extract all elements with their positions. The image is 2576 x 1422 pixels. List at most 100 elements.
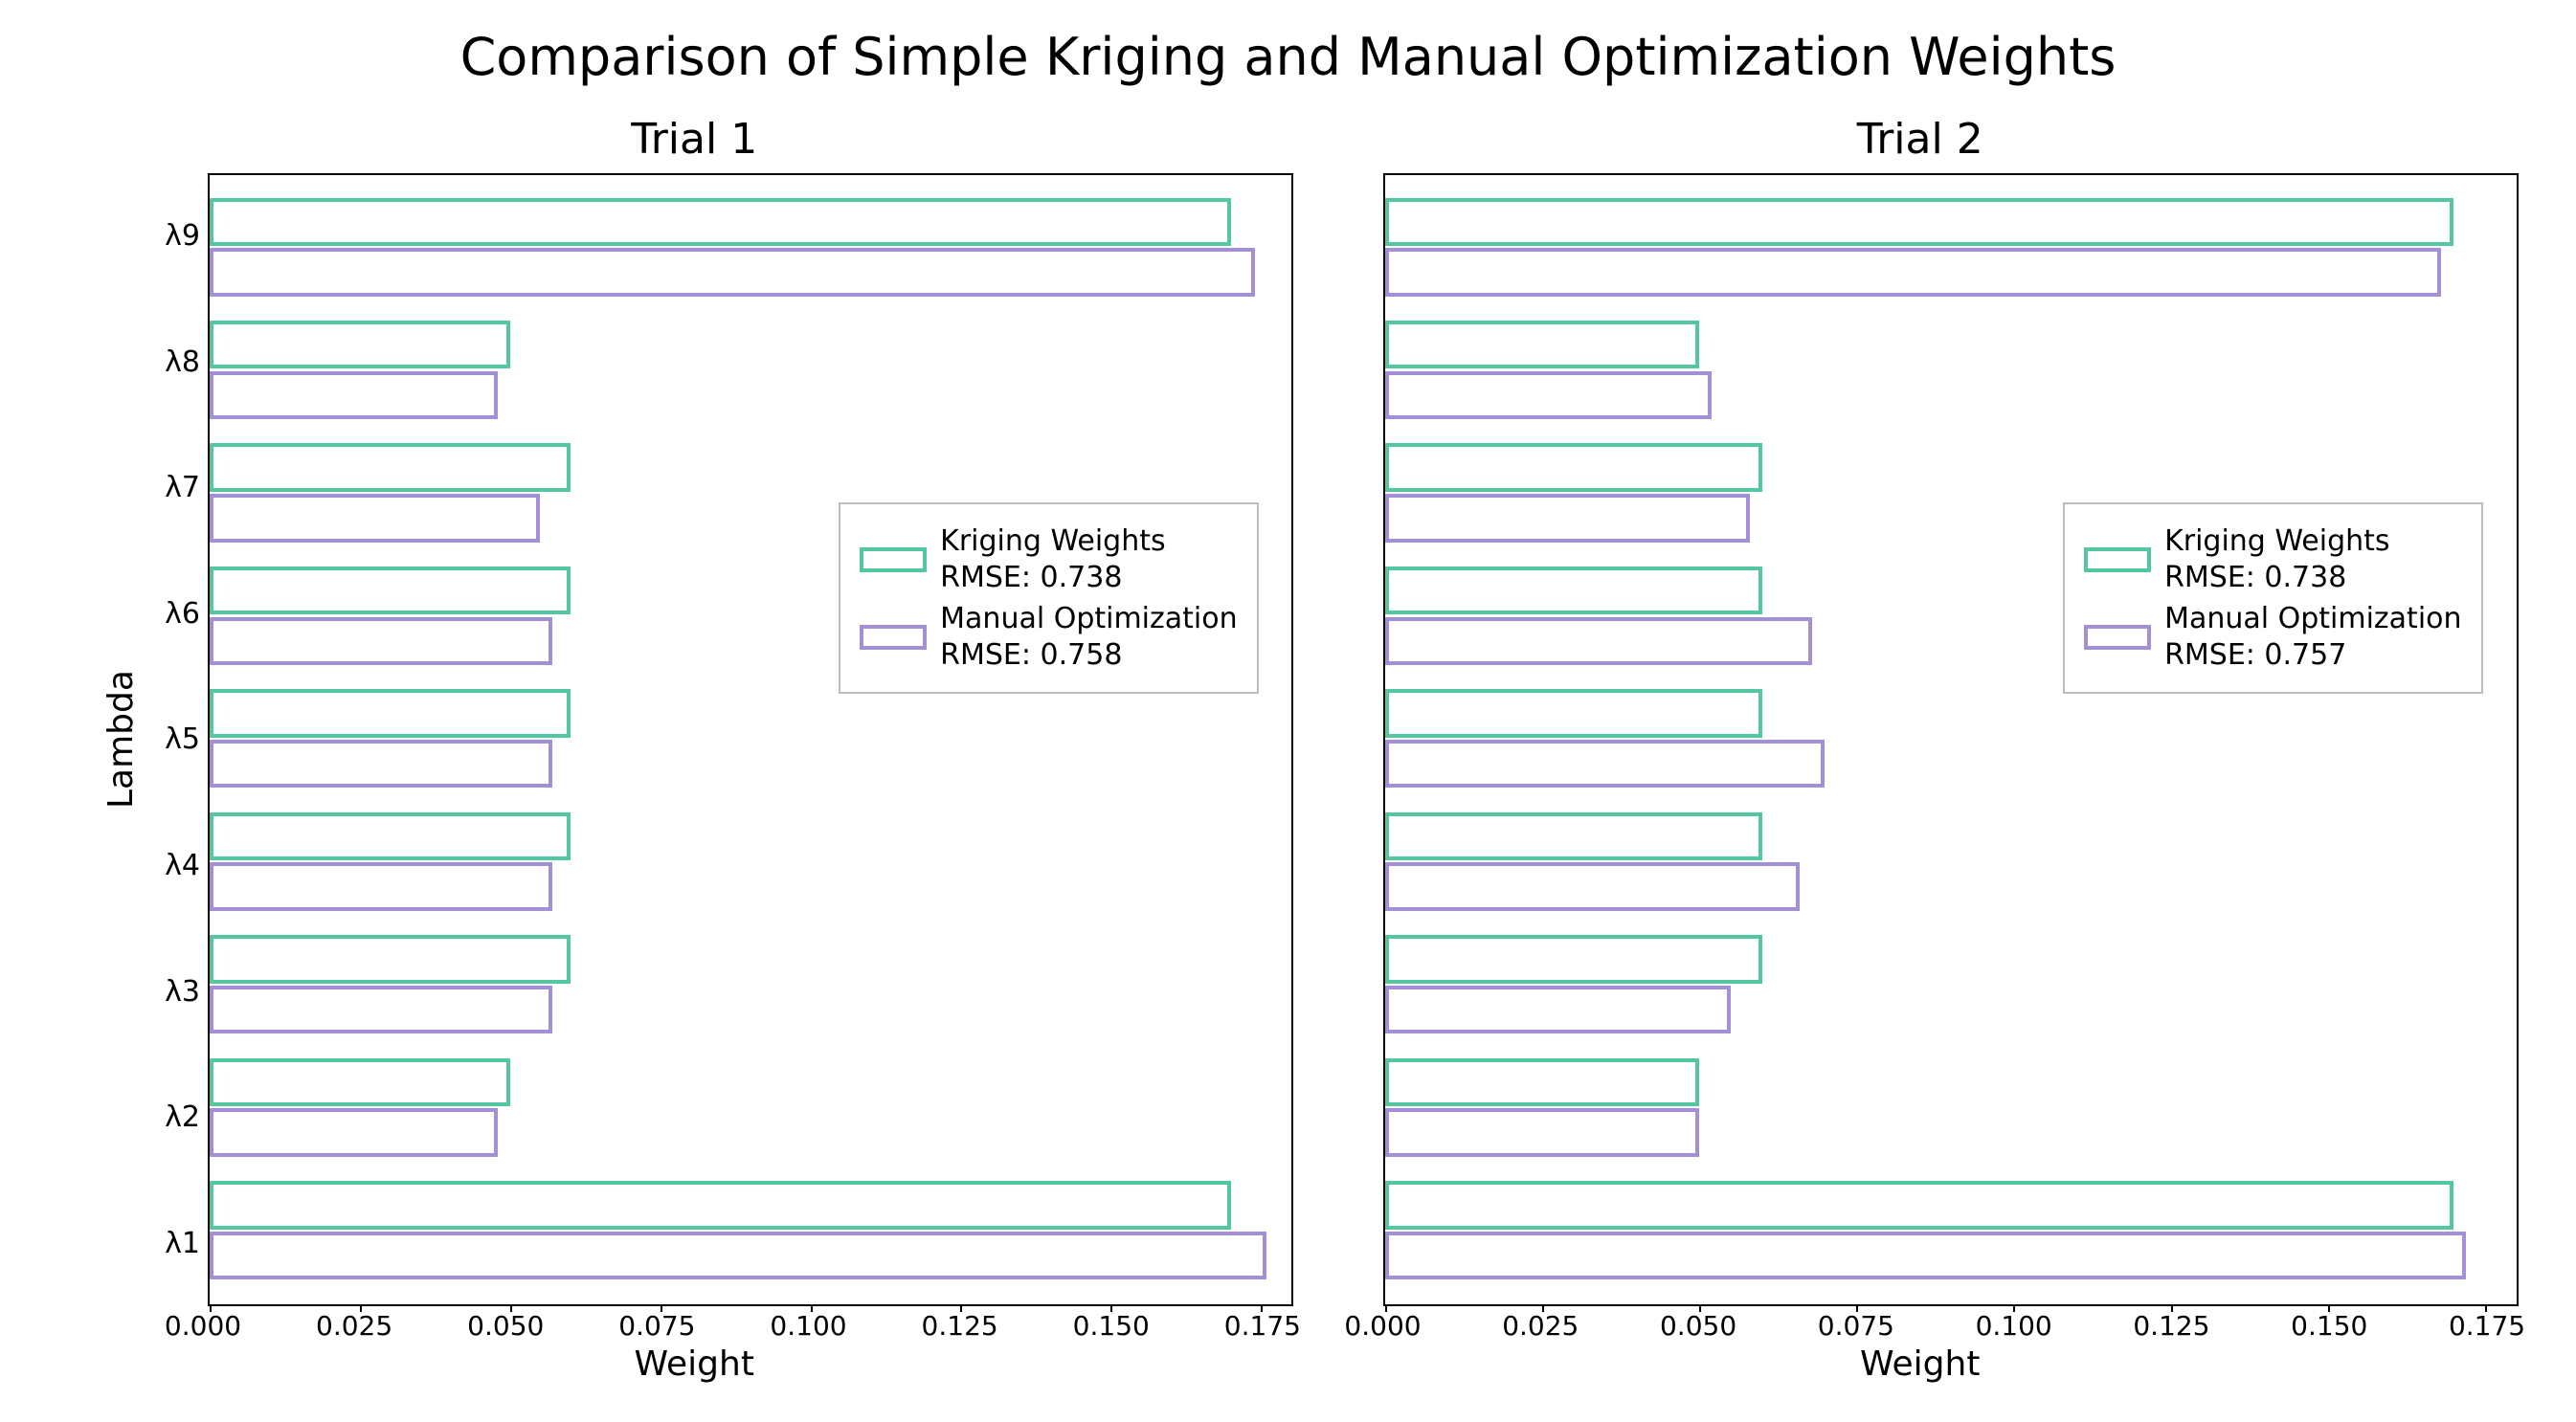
legend-swatch [2084,625,2151,650]
x-tick-label: 0.050 [1660,1310,1736,1342]
y-tick-label: λ2 [146,1100,200,1134]
bar-kriging [1385,567,1762,615]
figure-title: Comparison of Simple Kriging and Manual … [19,27,2557,87]
bar-kriging [1385,1058,1699,1107]
bar-kriging [1385,443,1762,492]
bar-group [210,933,1291,1038]
bar-kriging [1385,935,1762,984]
legend-text: Manual OptimizationRMSE: 0.757 [2164,601,2461,673]
legend-entry: Kriging WeightsRMSE: 0.738 [860,523,1237,595]
bar-group [1385,319,2518,424]
x-tick-label: 0.100 [1976,1310,2052,1342]
x-axis-label: Weight [96,1344,1293,1384]
bar-kriging [210,567,571,615]
bar-group [1385,933,2518,1038]
bar-kriging [210,689,571,738]
bar-kriging [210,443,571,492]
y-tick-label: λ3 [146,975,200,1009]
bar-manual [210,248,1255,297]
bar-manual [210,1108,498,1157]
y-tick-label: λ6 [146,597,200,631]
bar-manual [210,986,552,1034]
x-tick-label: 0.175 [1224,1310,1301,1342]
bar-kriging [1385,812,1762,861]
y-tick-label: λ5 [146,722,200,756]
bar-manual [1385,1108,1699,1157]
bar-group [210,811,1291,916]
y-tick-label: λ1 [146,1227,200,1260]
legend-entry: Kriging WeightsRMSE: 0.738 [2084,523,2461,595]
bar-manual [210,617,552,666]
x-tick-label: 0.125 [922,1310,998,1342]
x-ticks: 0.0000.0250.0500.0750.1000.1250.1500.175 [203,1310,1293,1343]
x-tick-label: 0.150 [1073,1310,1150,1342]
y-tick-label: λ8 [146,345,200,379]
x-tick-label: 0.100 [770,1310,846,1342]
bar-kriging [210,935,571,984]
bar-kriging [1385,198,2454,247]
bar-manual [210,1232,1266,1280]
y-tick-label: λ7 [146,471,200,504]
plot-area: Kriging WeightsRMSE: 0.738Manual Optimiz… [1383,173,2520,1306]
x-tick-label: 0.125 [2133,1310,2209,1342]
subplot-title: Trial 2 [1322,115,2520,164]
bar-kriging [1385,689,1762,738]
x-tick-label: 0.050 [467,1310,544,1342]
bar-group [210,1179,1291,1284]
bar-group [1385,1055,2518,1161]
bar-group [1385,811,2518,916]
bar-group [210,319,1291,424]
figure: Comparison of Simple Kriging and Manual … [19,19,2557,1403]
y-tick-label: λ9 [146,219,200,253]
bar-group [210,195,1291,300]
bar-group [210,1055,1291,1161]
legend-swatch [2084,547,2151,572]
bar-manual [210,371,498,420]
x-axis-label: Weight [1322,1344,2520,1384]
bar-manual [210,740,552,789]
plot-row: Lambdaλ1 λ2 λ3 λ4 λ5 λ6 λ7 λ8 λ9 Kriging WeightsR… [96,173,1293,1306]
x-ticks: 0.0000.0250.0500.0750.1000.1250.1500.175 [1383,1310,2520,1343]
y-axis-label: Lambda [96,173,146,1306]
x-tick-label: 0.075 [618,1310,695,1342]
bar-kriging [210,1058,510,1107]
bar-manual [1385,617,1813,666]
bar-group [1385,687,2518,792]
bar-manual [210,862,552,911]
legend: Kriging WeightsRMSE: 0.738Manual Optimiz… [839,502,1258,694]
legend-text: Manual OptimizationRMSE: 0.758 [940,601,1237,673]
bar-manual [1385,862,1801,911]
subplot-1: Trial 1 Lambdaλ1 λ2 λ3 λ4 λ5 λ6 λ7 λ8 λ9 Kriging W… [96,115,1293,1384]
legend-swatch [860,547,927,572]
x-tick-label: 0.150 [2291,1310,2367,1342]
plot-area: Kriging WeightsRMSE: 0.738Manual Optimiz… [208,173,1293,1306]
bars-container [1385,175,2518,1304]
y-ticks [1322,173,1383,1306]
legend-text: Kriging WeightsRMSE: 0.738 [2164,523,2389,595]
bar-kriging [210,1181,1231,1230]
bar-manual [1385,986,1731,1034]
bar-manual [1385,371,1713,420]
bar-manual [1385,1232,2467,1280]
bar-kriging [1385,321,1699,369]
bar-group [210,687,1291,792]
legend: Kriging WeightsRMSE: 0.738Manual Optimiz… [2063,502,2482,694]
x-tick-label: 0.000 [1344,1310,1421,1342]
bar-kriging [210,812,571,861]
bar-manual [210,494,540,543]
x-ticks-row: 0.0000.0250.0500.0750.1000.1250.1500.175 [96,1310,1293,1343]
subplot-2: Trial 2 Kriging WeightsRMSE: 0.738Manual … [1322,115,2520,1384]
plot-row: Kriging WeightsRMSE: 0.738Manual Optimiz… [1322,173,2520,1306]
bar-manual [1385,740,1826,789]
bar-manual [1385,494,1750,543]
legend-entry: Manual OptimizationRMSE: 0.757 [2084,601,2461,673]
legend-entry: Manual OptimizationRMSE: 0.758 [860,601,1237,673]
bar-kriging [210,321,510,369]
subplots-container: Trial 1 Lambdaλ1 λ2 λ3 λ4 λ5 λ6 λ7 λ8 λ9 Kriging W… [19,115,2557,1403]
legend-swatch [860,625,927,650]
x-tick-label: 0.075 [1818,1310,1894,1342]
bar-kriging [210,198,1231,247]
subplot-title: Trial 1 [96,115,1293,164]
bar-group [1385,195,2518,300]
y-tick-label: λ4 [146,849,200,882]
